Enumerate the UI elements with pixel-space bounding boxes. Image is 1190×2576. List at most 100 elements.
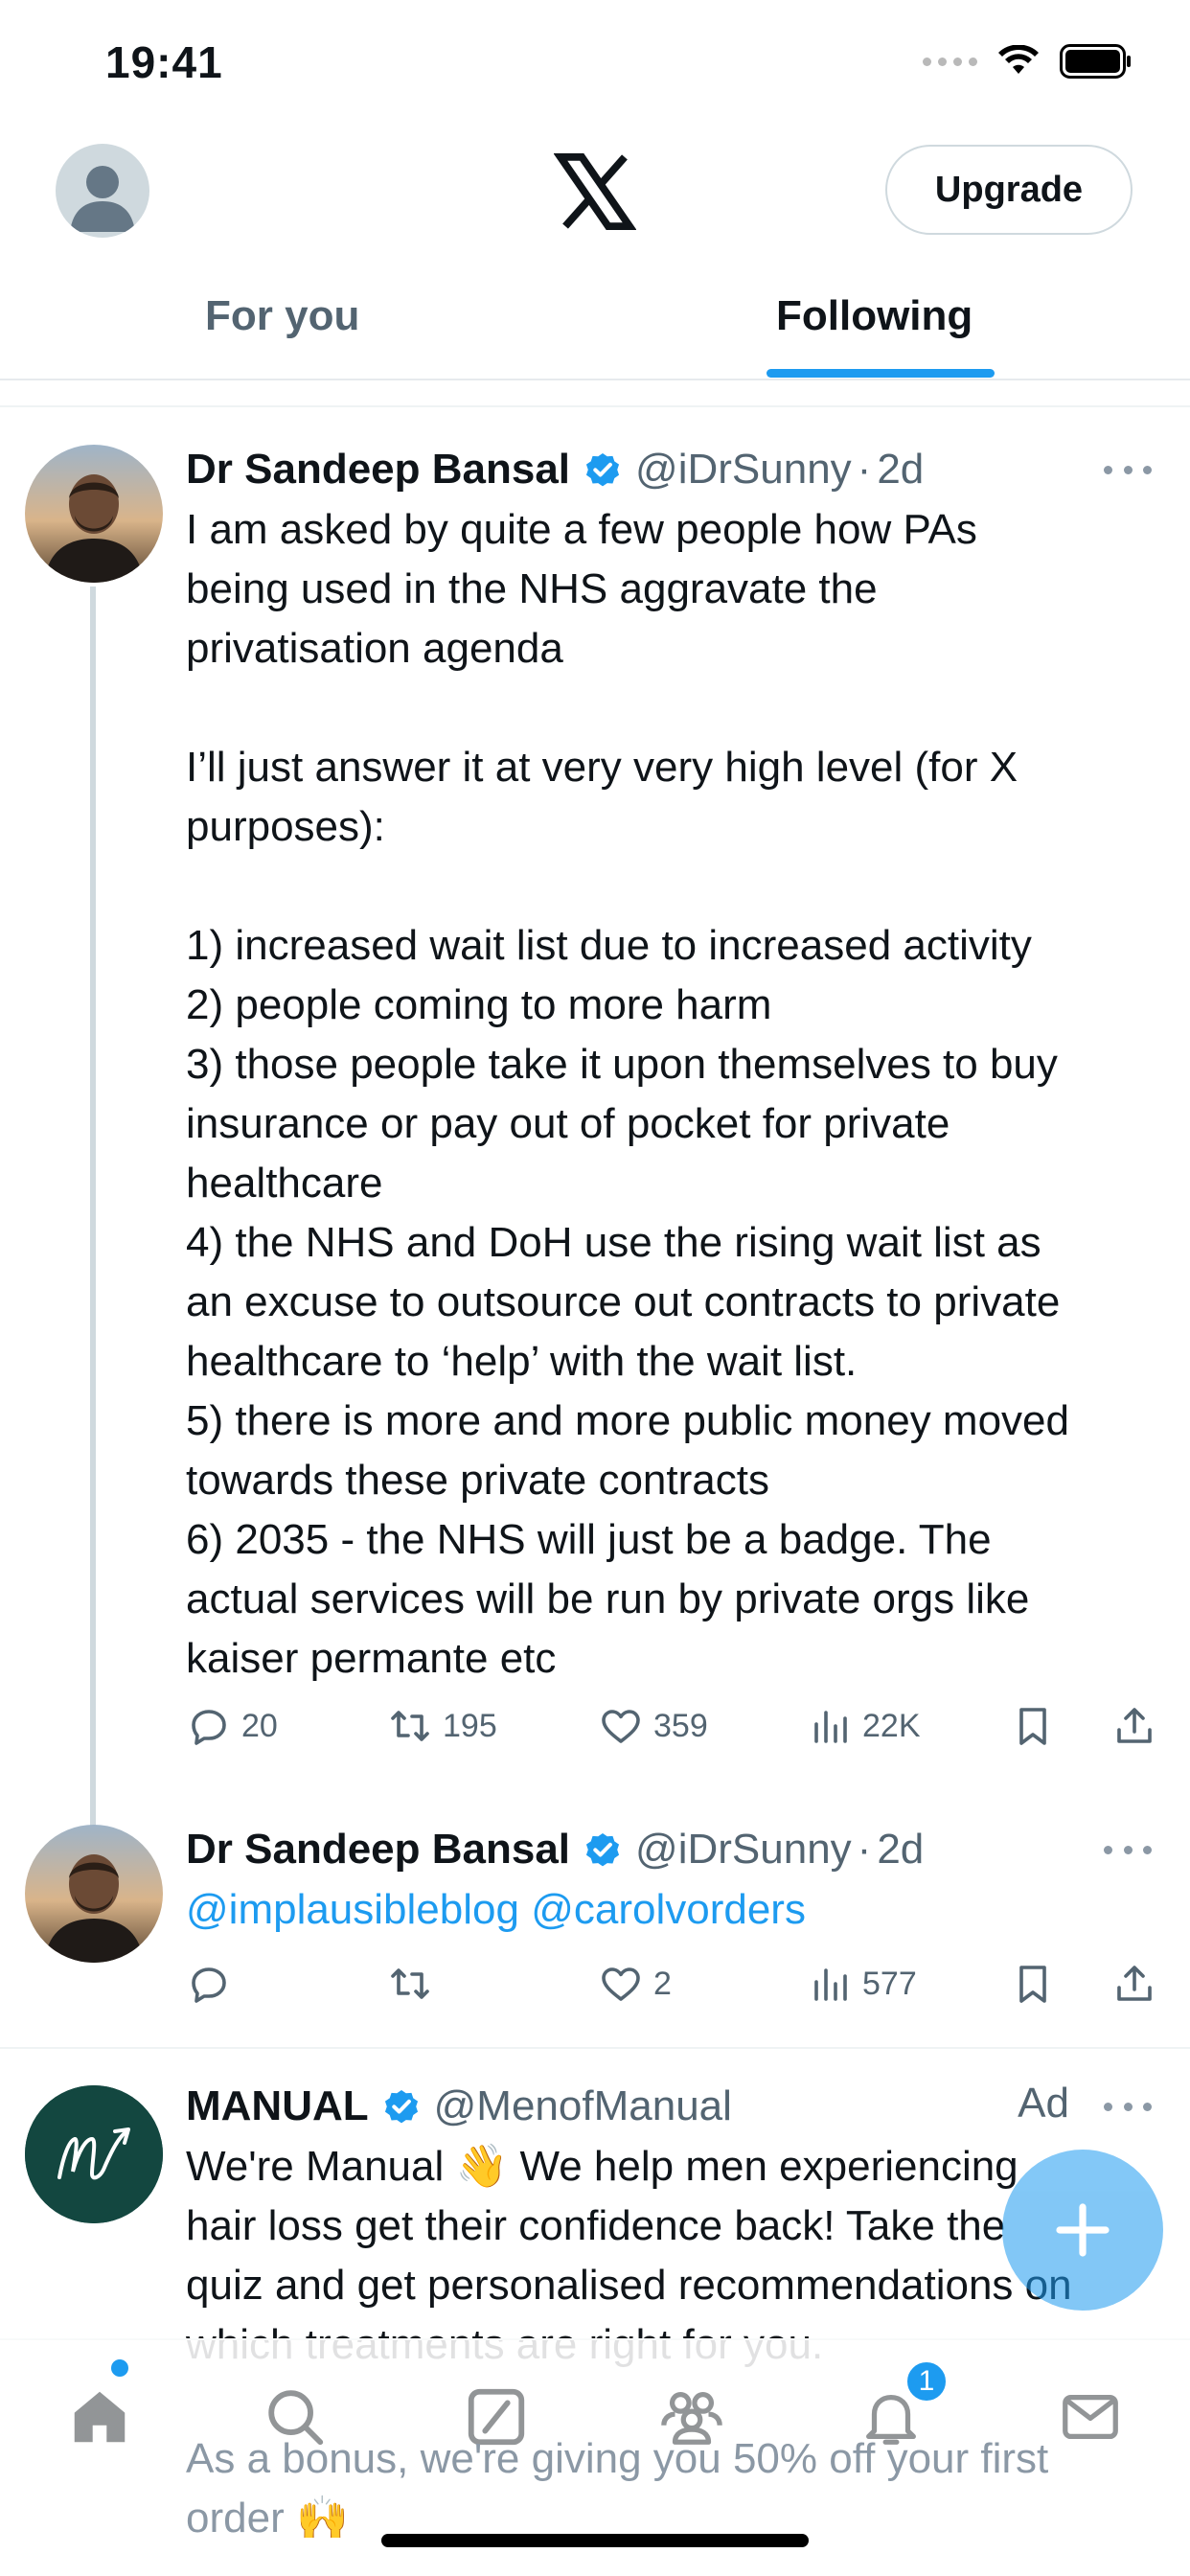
like-button[interactable]: 2 <box>598 1950 672 2017</box>
more-options-icon[interactable] <box>1104 2087 1152 2126</box>
tweet-header: Dr Sandeep Bansal @iDrSunny · 2d <box>186 441 1161 498</box>
text-line: insurance or pay out of pocket for priva… <box>186 1100 950 1147</box>
mention-link[interactable]: @implausibleblog <box>186 1886 519 1933</box>
home-icon <box>74 2391 126 2443</box>
bookmark-button[interactable] <box>1010 1692 1056 1760</box>
views-button[interactable]: 577 <box>807 1950 917 2017</box>
verified-badge-icon <box>585 452 620 487</box>
tab-for-you[interactable]: For you <box>205 292 359 340</box>
author-name[interactable]: Dr Sandeep Bansal <box>186 446 570 494</box>
nav-messages[interactable] <box>1052 2379 1129 2455</box>
text-line: actual services will be run by private o… <box>186 1576 1030 1622</box>
notification-badge: 1 <box>904 2359 949 2404</box>
home-indicator[interactable] <box>381 2534 809 2547</box>
new-posts-dot <box>111 2359 128 2377</box>
author-avatar[interactable] <box>25 1825 163 1963</box>
default-avatar-icon <box>70 166 135 232</box>
profile-avatar[interactable] <box>56 144 149 238</box>
tweet-timestamp[interactable]: 2d <box>877 1826 924 1874</box>
reply-button[interactable] <box>186 1950 241 2017</box>
share-icon <box>1117 1708 1152 1743</box>
thread-line <box>90 586 96 1828</box>
nav-home[interactable] <box>61 2379 138 2455</box>
text-line <box>186 678 1161 738</box>
compose-button[interactable] <box>1002 2150 1163 2311</box>
author-handle[interactable]: @MenofManual <box>434 2082 732 2130</box>
messages-icon <box>1063 2394 1118 2440</box>
views-icon <box>814 1968 847 2001</box>
text-line: healthcare to ‘help’ with the wait list. <box>186 1338 858 1385</box>
dot-separator: · <box>857 446 872 493</box>
text-line: 1) increased wait list due to increased … <box>186 922 1032 969</box>
views-icon <box>814 1711 847 1743</box>
bookmark-icon <box>1019 1708 1046 1745</box>
manual-logo-icon <box>25 2085 163 2223</box>
upgrade-button[interactable]: Upgrade <box>885 145 1133 235</box>
share-button[interactable] <box>1111 1950 1157 2017</box>
author-handle[interactable]: @iDrSunny <box>635 446 852 494</box>
heart-icon <box>602 1710 640 1743</box>
text-line: As a bonus, we're giving you 50% off you… <box>186 2435 1049 2482</box>
wifi-icon <box>998 45 1039 74</box>
status-bar: 19:41 <box>0 0 1190 129</box>
tab-following[interactable]: Following <box>776 292 973 340</box>
text-line: purposes): <box>186 803 385 850</box>
tweet-text: I am asked by quite a few people how PAs… <box>186 500 1161 1689</box>
view-count: 577 <box>862 1965 917 2002</box>
bookmark-button[interactable] <box>1010 1950 1056 2017</box>
text-line: kaiser permante etc <box>186 1635 557 1682</box>
share-button[interactable] <box>1111 1692 1157 1760</box>
tweet-header: MANUAL @MenofManual <box>186 2078 1161 2135</box>
tweet-timestamp[interactable]: 2d <box>877 446 924 494</box>
dot-separator: · <box>857 1826 872 1873</box>
ad-text-continued: As a bonus, we're giving you 50% off you… <box>186 2429 1048 2548</box>
author-handle[interactable]: @iDrSunny <box>635 1826 852 1874</box>
repost-button[interactable] <box>387 1950 443 2017</box>
text-line: I am asked by quite a few people how PAs <box>186 506 977 553</box>
text-line: I’ll just answer it at very very high le… <box>186 744 1018 791</box>
repost-icon <box>391 1968 429 1999</box>
x-logo-icon[interactable] <box>554 150 636 233</box>
verified-badge-icon <box>585 1832 620 1867</box>
text-line: privatisation agenda <box>186 625 563 672</box>
reply-count: 20 <box>241 1707 278 1744</box>
repost-icon <box>391 1711 429 1741</box>
views-button[interactable]: 22K <box>807 1692 921 1760</box>
heart-icon <box>602 1967 640 2001</box>
tweet-actions: 2 577 <box>186 1950 1154 2017</box>
status-icons <box>923 44 1133 79</box>
bookmark-icon <box>1019 1966 1046 2003</box>
battery-icon <box>1060 44 1131 79</box>
text-line: being used in the NHS aggravate the <box>186 565 878 612</box>
more-options-icon[interactable] <box>1104 1830 1152 1869</box>
author-avatar[interactable] <box>25 445 163 583</box>
repost-count: 195 <box>443 1707 497 1744</box>
divider <box>0 405 1190 407</box>
text-line: 2) people coming to more harm <box>186 981 772 1028</box>
author-avatar[interactable] <box>25 2085 163 2223</box>
view-count: 22K <box>862 1707 921 1744</box>
reply-button[interactable]: 20 <box>186 1692 278 1760</box>
like-count: 359 <box>653 1707 708 1744</box>
divider <box>0 2047 1190 2049</box>
reply-icon <box>192 1710 226 1745</box>
verified-badge-icon <box>384 2089 418 2124</box>
author-name[interactable]: Dr Sandeep Bansal <box>186 1826 570 1874</box>
ad-label: Ad <box>1018 2080 1069 2127</box>
timeline-tabs: For you Following <box>0 264 1190 380</box>
tweet-actions: 20 195 359 22K <box>186 1692 1154 1760</box>
status-time: 19:41 <box>105 37 223 87</box>
author-name[interactable]: MANUAL <box>186 2082 369 2130</box>
more-options-icon[interactable] <box>1104 450 1152 489</box>
tweet-content: Dr Sandeep Bansal @iDrSunny · 2d @implau… <box>186 1821 1161 1940</box>
text-line: 3) those people take it upon themselves … <box>186 1041 1058 1088</box>
tweet-header: Dr Sandeep Bansal @iDrSunny · 2d <box>186 1821 1161 1878</box>
mention-link[interactable]: @carolvorders <box>531 1886 806 1933</box>
like-button[interactable]: 359 <box>598 1692 708 1760</box>
repost-button[interactable]: 195 <box>387 1692 497 1760</box>
signal-icon <box>923 57 977 66</box>
text-line: 4) the NHS and DoH use the rising wait l… <box>186 1219 1041 1266</box>
tweet-content: Dr Sandeep Bansal @iDrSunny · 2d I am as… <box>186 441 1161 1689</box>
text-line: an excuse to outsource out contracts to … <box>186 1278 1061 1325</box>
text-line: healthcare <box>186 1160 383 1207</box>
